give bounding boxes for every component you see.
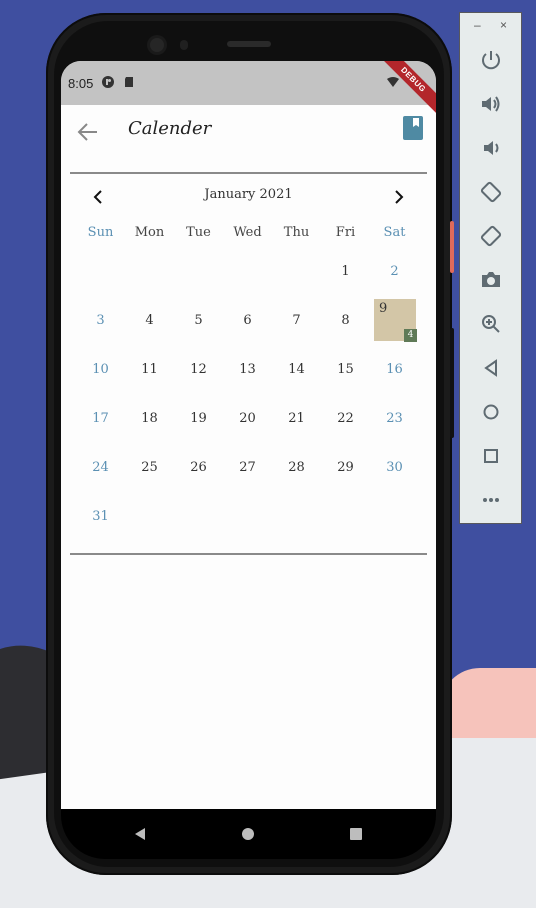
calendar-day[interactable]: 11 [125,345,174,394]
calendar-week: 1 2 [76,247,419,296]
calendar-day[interactable]: 21 [272,394,321,443]
calendar-day[interactable]: 1 [321,247,370,296]
minimize-icon[interactable]: – [474,18,481,32]
calendar-day[interactable]: 17 [76,394,125,443]
calendar-day[interactable]: 31 [76,492,125,541]
selected-day-number: 9 [379,301,388,316]
zoom-icon[interactable] [479,312,503,336]
power-icon[interactable] [479,48,503,72]
calendar-day[interactable]: 7 [272,296,321,345]
calendar-day [125,247,174,296]
page-title: Calender [128,118,212,139]
weekday-label: Sat [383,225,406,240]
calendar-day [272,492,321,541]
calendar-week: 24 25 26 27 28 29 30 [76,443,419,492]
calendar-day[interactable]: 28 [272,443,321,492]
calendar-day[interactable]: 24 [76,443,125,492]
calendar-day[interactable]: 14 [272,345,321,394]
calendar-day [321,492,370,541]
camera-icon[interactable] [479,268,503,292]
back-icon[interactable] [479,356,503,380]
app-bar: Calender [61,105,436,161]
calendar-day [125,492,174,541]
calendar-day[interactable]: 2 [370,247,419,296]
calendar-day[interactable]: 5 [174,296,223,345]
calendar-week: 3 4 5 6 7 8 9 4 [76,296,419,345]
calendar-day [76,247,125,296]
wifi-icon [387,77,399,87]
nav-back-icon[interactable] [132,826,148,842]
month-navigation: January 2021 [61,182,436,212]
calendar-week: 31 [76,492,419,541]
nav-home-icon[interactable] [240,826,256,842]
weekday-label: Fri [335,225,356,240]
rotate-right-icon[interactable] [479,224,503,248]
calendar-day[interactable]: 30 [370,443,419,492]
calendar-day[interactable]: 8 [321,296,370,345]
sensor [180,40,188,50]
calendar-day[interactable]: 29 [321,443,370,492]
calendar-bottom-divider [70,553,427,555]
calendar-day[interactable]: 6 [223,296,272,345]
android-nav-bar [61,809,436,859]
calendar-day [174,247,223,296]
weekday-label: Tue [186,225,211,240]
close-icon[interactable]: × [500,18,507,32]
calendar-day[interactable]: 22 [321,394,370,443]
book-icon[interactable] [403,116,423,140]
front-camera [150,38,164,52]
calendar-day[interactable]: 12 [174,345,223,394]
weekday-label: Thu [283,225,310,240]
volume-up-icon[interactable] [479,92,503,116]
volume-down-icon[interactable] [479,136,503,160]
wallpaper-hill [440,668,536,738]
calendar-day[interactable]: 26 [174,443,223,492]
calendar-day[interactable]: 15 [321,345,370,394]
overview-icon[interactable] [479,444,503,468]
weekday-label: Mon [134,225,165,240]
weekday-label: Wed [233,225,262,240]
calendar-day [223,492,272,541]
calendar-day[interactable]: 20 [223,394,272,443]
weekday-header: Sun Mon Tue Wed Thu Fri Sat [76,219,419,247]
calendar-day-selected[interactable]: 9 4 [370,296,419,345]
home-icon[interactable] [479,400,503,424]
calendar-day [223,247,272,296]
emulator-toolbar: – × [459,12,522,524]
calendar-day[interactable]: 13 [223,345,272,394]
calendar-day[interactable]: 16 [370,345,419,394]
side-power-button[interactable] [450,221,454,273]
rotate-left-icon[interactable] [479,180,503,204]
calendar-day[interactable]: 4 [125,296,174,345]
calendar-day [272,247,321,296]
calendar-day[interactable]: 3 [76,296,125,345]
calendar-day [174,492,223,541]
phone-frame: 8:05 DEBUG Calender January 2021 Sun Mon… [46,13,454,875]
earpiece-speaker [227,41,271,47]
header-divider [70,172,427,174]
notification-icon [102,76,114,88]
back-arrow-icon[interactable] [75,119,101,145]
weekday-label: Sun [87,225,114,240]
sd-card-icon [125,77,133,87]
calendar-day[interactable]: 23 [370,394,419,443]
phone-screen: 8:05 DEBUG Calender January 2021 Sun Mon… [61,61,436,809]
calendar-week: 10 11 12 13 14 15 16 [76,345,419,394]
side-volume-button[interactable] [450,328,454,438]
status-time: 8:05 [68,76,94,91]
chevron-right-icon[interactable] [388,187,408,207]
nav-overview-icon[interactable] [348,826,364,842]
more-icon[interactable] [479,488,503,512]
calendar-grid: Sun Mon Tue Wed Thu Fri Sat 1 2 3 4 5 6 … [76,219,419,541]
calendar-day[interactable]: 25 [125,443,174,492]
calendar-day[interactable]: 10 [76,345,125,394]
calendar-day [370,492,419,541]
month-label: January 2021 [204,187,293,202]
calendar-day[interactable]: 27 [223,443,272,492]
calendar-day[interactable]: 18 [125,394,174,443]
event-count-badge: 4 [404,329,417,342]
calendar-week: 17 18 19 20 21 22 23 [76,394,419,443]
calendar-day[interactable]: 19 [174,394,223,443]
status-bar: 8:05 DEBUG [61,61,436,117]
